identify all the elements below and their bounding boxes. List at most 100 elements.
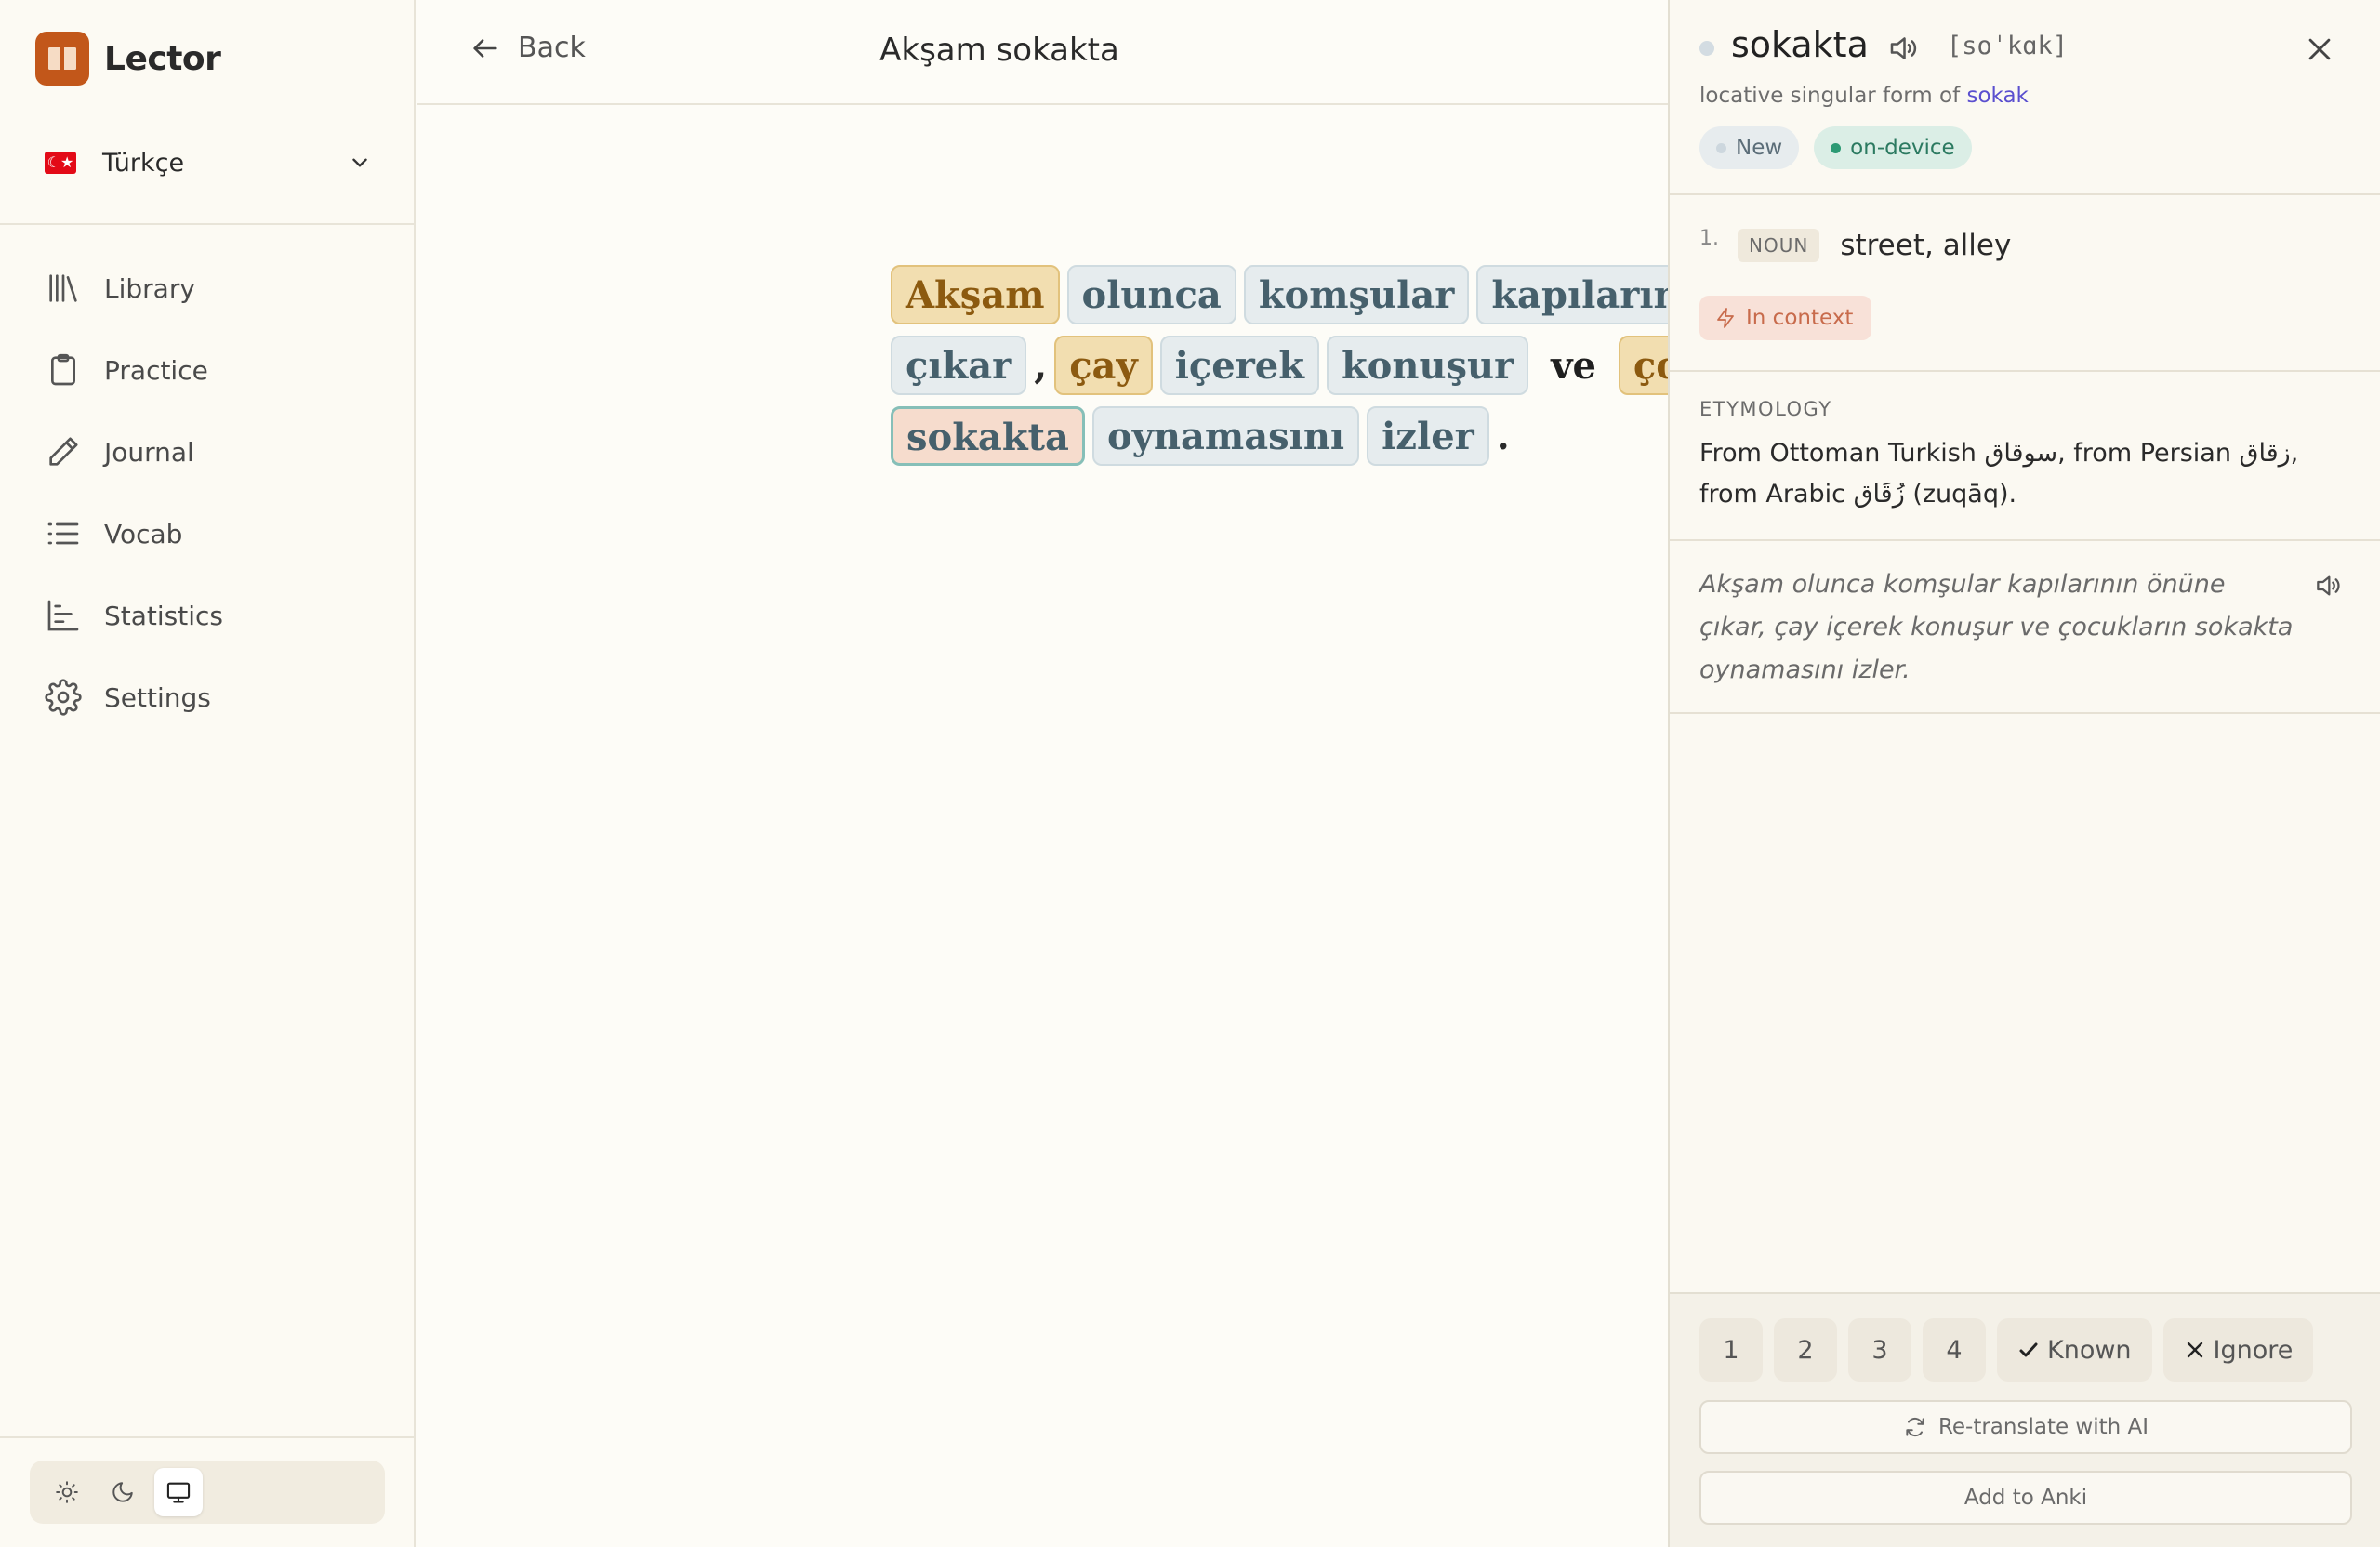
retranslate-button[interactable]: Re-translate with AI — [1699, 1400, 2352, 1454]
sidebar-bottom-divider — [0, 1436, 416, 1438]
punctuation: , — [1034, 343, 1048, 388]
sidebar-item-label: Practice — [104, 354, 208, 386]
section-divider — [1670, 539, 2380, 541]
etymology-text: From Ottoman Turkish سوقاق, from Persian… — [1699, 439, 2299, 509]
punctuation: . — [1496, 414, 1510, 458]
sidebar-item-settings[interactable]: Settings — [45, 656, 223, 738]
word-token[interactable]: kapılarının — [1476, 265, 1668, 324]
selected-word: sokakta — [1731, 24, 1869, 65]
word-token[interactable]: çocu — [1618, 336, 1668, 395]
theme-light-button[interactable] — [43, 1468, 91, 1516]
sidebar: Lector ☾★ Türkçe Library Practice Journa… — [0, 0, 416, 1547]
sidebar-item-statistics[interactable]: Statistics — [45, 575, 223, 656]
in-context-button[interactable]: In context — [1699, 296, 1872, 340]
language-name: Türkçe — [102, 148, 185, 178]
reader-text: Akşam olunca komşular kapılarının çıkar … — [891, 265, 1668, 488]
form-description: locative singular form of — [1699, 84, 1967, 108]
check-icon — [2019, 1342, 2038, 1357]
rate-2-button[interactable]: 2 — [1774, 1318, 1837, 1382]
definition-number: 1. — [1699, 226, 1719, 250]
retranslate-label: Re-translate with AI — [1937, 1415, 2149, 1439]
lemma-link[interactable]: sokak — [1966, 84, 2028, 108]
sidebar-item-practice[interactable]: Practice — [45, 329, 223, 411]
word-token[interactable]: çay — [1054, 336, 1153, 395]
badge-dot — [1716, 142, 1726, 153]
panel-actions: 1 2 3 4 Known Ignore Re-translate with A… — [1670, 1292, 2380, 1547]
example-sentence: Akşam olunca komşular kapılarının önüne … — [1699, 570, 2294, 684]
x-icon — [2187, 1342, 2202, 1358]
theme-switcher — [30, 1461, 385, 1524]
main-nav: Library Practice Journal Vocab Statistic… — [45, 247, 223, 738]
ignore-label: Ignore — [2213, 1335, 2294, 1365]
sidebar-item-label: Settings — [104, 681, 211, 713]
word-token[interactable]: olunca — [1066, 265, 1236, 324]
clipboard-icon — [51, 353, 75, 386]
lightning-icon — [1717, 308, 1734, 328]
word-token[interactable]: oynamasını — [1091, 406, 1360, 466]
chevron-down-icon — [352, 158, 367, 167]
sidebar-item-library[interactable]: Library — [45, 247, 223, 329]
theme-dark-button[interactable] — [99, 1468, 147, 1516]
sidebar-item-label: Journal — [104, 436, 194, 468]
rate-3-button[interactable]: 3 — [1848, 1318, 1911, 1382]
rating-buttons: 1 2 3 4 Known Ignore — [1699, 1318, 2314, 1382]
sidebar-item-journal[interactable]: Journal — [45, 411, 223, 493]
sidebar-item-vocab[interactable]: Vocab — [45, 493, 223, 575]
word-subtitle: locative singular form of sokak — [1699, 84, 2029, 108]
part-of-speech-tag: NOUN — [1738, 229, 1820, 262]
source-badge: on-device — [1814, 126, 1972, 169]
word-token[interactable]: ve — [1536, 336, 1611, 395]
moon-icon — [112, 1482, 133, 1502]
word-token[interactable]: izler — [1367, 406, 1489, 466]
chart-icon — [47, 600, 79, 631]
badge-label: New — [1736, 136, 1783, 160]
gear-icon — [45, 679, 82, 716]
section-divider — [1670, 370, 2380, 372]
monitor-icon — [166, 1482, 191, 1503]
library-icon — [49, 274, 77, 302]
text-line: çıkar , çay içerek konuşur ve çocu — [891, 336, 1668, 395]
anki-label: Add to Anki — [1964, 1486, 2088, 1510]
in-context-label: In context — [1746, 306, 1854, 330]
word-token[interactable]: komşular — [1243, 265, 1470, 324]
rate-4-button[interactable]: 4 — [1923, 1318, 1986, 1382]
close-icon[interactable] — [2304, 33, 2335, 65]
section-divider — [1670, 193, 2380, 195]
section-divider — [1670, 712, 2380, 714]
list-icon — [47, 522, 79, 545]
speaker-icon[interactable] — [1884, 32, 1923, 65]
speaker-icon[interactable] — [2311, 571, 2345, 601]
text-line: sokakta oynamasını izler . — [891, 406, 1517, 466]
word-token[interactable]: çıkar — [891, 336, 1027, 395]
word-badges: New on-device — [1699, 126, 1972, 169]
known-label: Known — [2047, 1335, 2132, 1365]
definition-gloss: street, alley — [1840, 229, 2012, 262]
rate-1-button[interactable]: 1 — [1699, 1318, 1763, 1382]
word-token[interactable]: içerek — [1159, 336, 1319, 395]
theme-system-button[interactable] — [154, 1468, 203, 1516]
sidebar-item-label: Statistics — [104, 600, 223, 631]
status-dot — [1699, 41, 1714, 56]
word-token-selected[interactable]: sokakta — [891, 406, 1085, 466]
word-detail-panel: sokakta [soˈkɑk] locative singular form … — [1668, 0, 2380, 1547]
turkey-flag-icon: ☾★ — [45, 152, 76, 174]
definition-row: 1. NOUN street, alley — [1699, 226, 2012, 262]
pencil-icon — [49, 437, 78, 466]
ipa-pronunciation: [soˈkɑk] — [1947, 32, 2069, 60]
known-button[interactable]: Known — [1997, 1318, 2152, 1382]
text-line: Akşam olunca komşular kapılarının — [891, 265, 1668, 324]
word-token[interactable]: konuşur — [1326, 336, 1529, 395]
ignore-button[interactable]: Ignore — [2162, 1318, 2314, 1382]
etymology-heading: ETYMOLOGY — [1699, 398, 1832, 420]
sidebar-divider — [0, 223, 416, 225]
status-badge: New — [1699, 126, 1800, 169]
sidebar-item-label: Library — [104, 272, 195, 304]
word-token[interactable]: Akşam — [891, 265, 1060, 324]
add-to-anki-button[interactable]: Add to Anki — [1699, 1471, 2352, 1525]
sidebar-item-label: Vocab — [104, 518, 183, 549]
refresh-icon — [1906, 1417, 1924, 1437]
badge-dot — [1831, 142, 1842, 153]
badge-label: on-device — [1850, 136, 1955, 160]
sun-icon — [56, 1481, 78, 1503]
language-selector[interactable]: ☾★ Türkçe — [45, 139, 372, 186]
